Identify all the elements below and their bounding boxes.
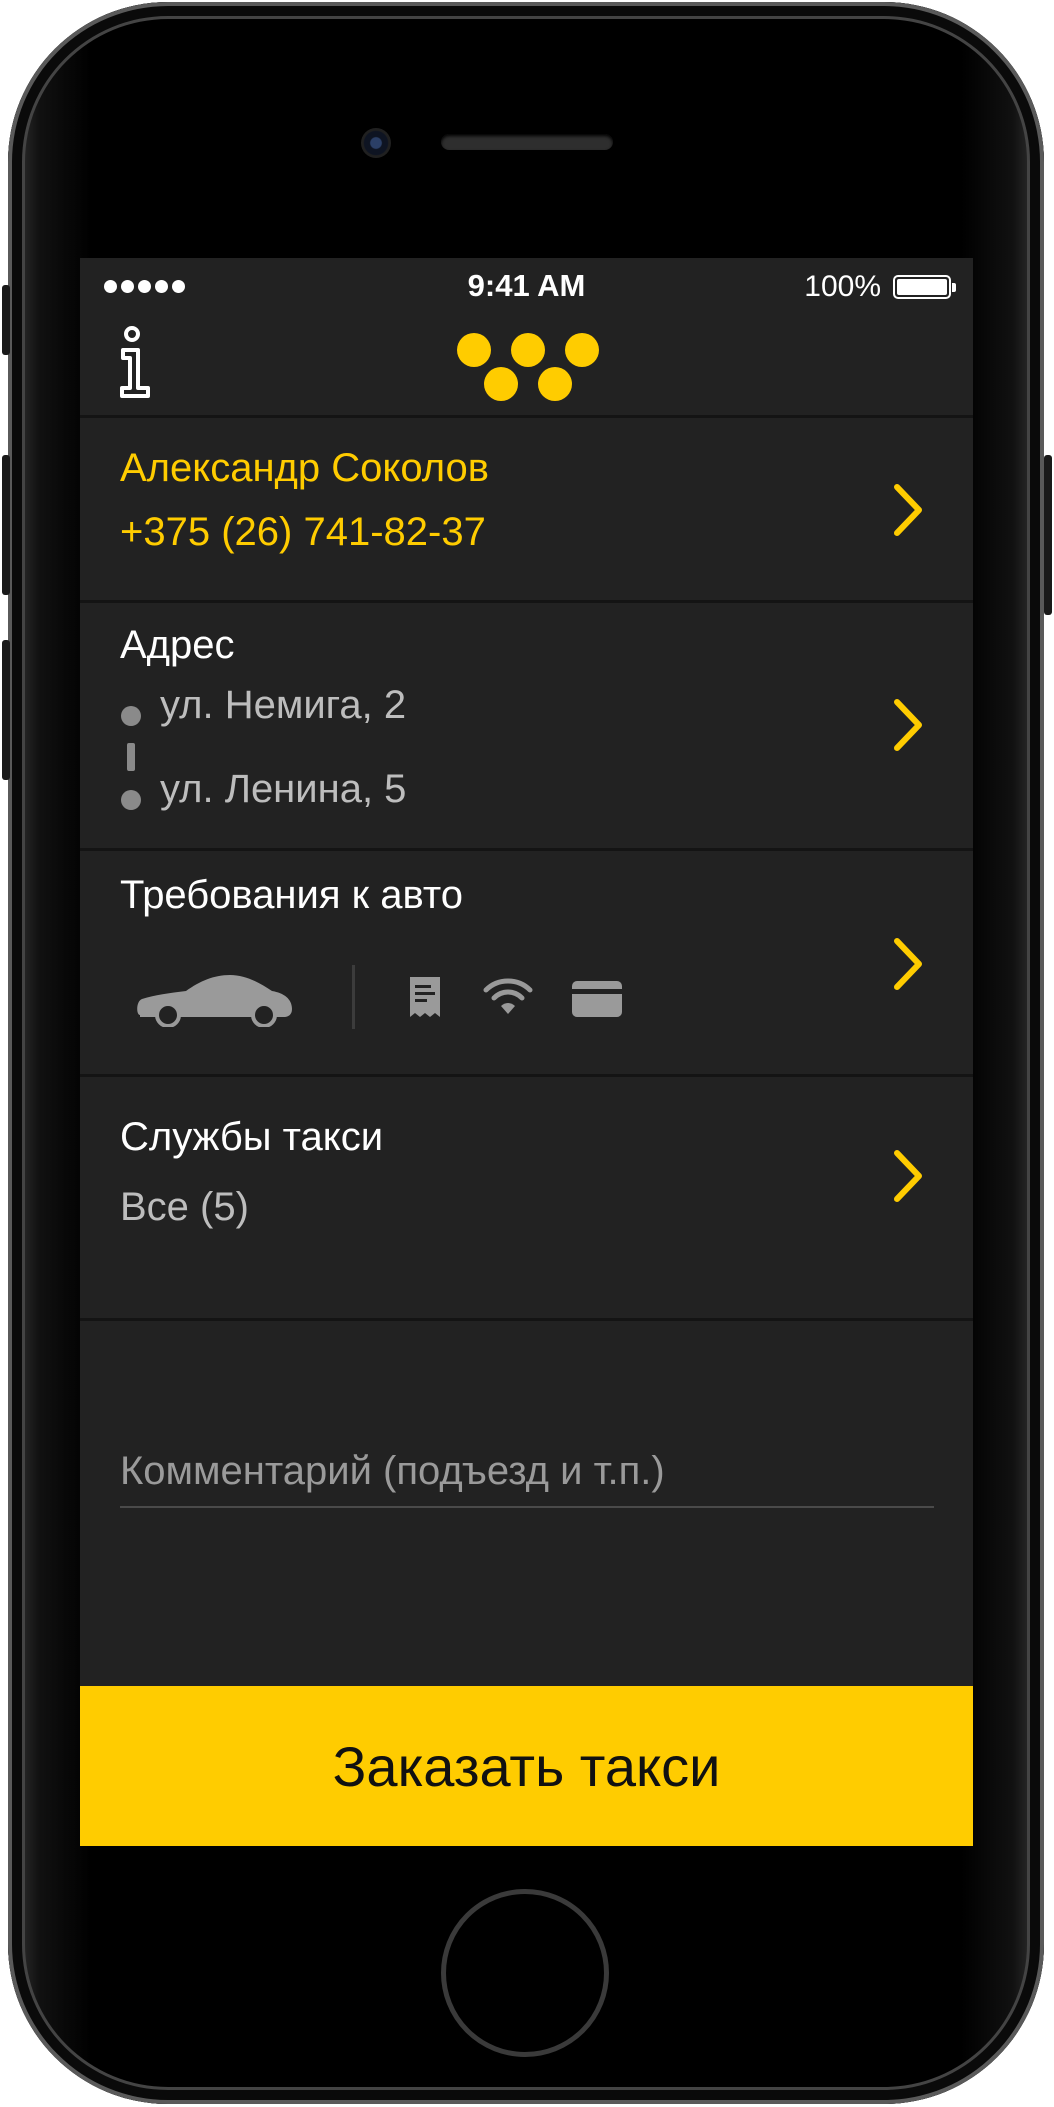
front-camera: [361, 128, 391, 158]
wifi-icon: [483, 978, 533, 1014]
info-icon[interactable]: [118, 326, 158, 400]
address-to: ул. Ленина, 5: [160, 767, 407, 811]
taxi-services-row[interactable]: Службы такси Все (5): [80, 1074, 973, 1318]
address-from: ул. Немига, 2: [160, 683, 407, 727]
chevron-right-icon: [894, 938, 922, 990]
card-icon: [572, 981, 622, 1017]
profile-row[interactable]: Александр Соколов +375 (26) 741-82-37: [80, 415, 973, 600]
mute-switch: [2, 285, 10, 355]
volume-up-button: [2, 455, 10, 595]
to-marker-icon: [121, 790, 141, 810]
chevron-right-icon: [894, 484, 922, 536]
battery-icon: [893, 275, 956, 299]
chevron-right-icon: [894, 699, 922, 751]
requirements-title: Требования к авто: [120, 873, 463, 917]
comment-section: [80, 1318, 973, 1706]
battery-percent: 100%: [804, 270, 881, 303]
services-title: Службы такси: [120, 1115, 384, 1159]
address-title: Адрес: [120, 623, 235, 667]
earpiece-speaker: [441, 134, 613, 150]
profile-name: Александр Соколов: [120, 446, 489, 490]
volume-down-button: [2, 640, 10, 780]
taxi-logo-icon: [457, 333, 599, 401]
comment-input[interactable]: [120, 1436, 934, 1508]
route-line-icon: [127, 743, 135, 771]
car-icon: [137, 975, 292, 1027]
power-button: [1044, 455, 1052, 615]
from-marker-icon: [121, 706, 141, 726]
order-taxi-button[interactable]: Заказать такси: [80, 1686, 973, 1846]
requirements-separator: [352, 965, 355, 1029]
address-row[interactable]: Адрес ул. Немига, 2 ул. Ленина, 5: [80, 600, 973, 848]
chevron-right-icon: [894, 1150, 922, 1202]
profile-phone: +375 (26) 741-82-37: [120, 510, 486, 554]
app-screen: 9:41 AM 100% Александр Соколов +375 (26)…: [80, 258, 973, 1846]
status-bar: 9:41 AM 100%: [80, 258, 973, 316]
requirements-row[interactable]: Требования к авто: [80, 848, 973, 1074]
receipt-icon: [410, 977, 440, 1017]
navigation-bar: [80, 316, 973, 415]
home-button[interactable]: [441, 1889, 609, 2057]
services-value: Все (5): [120, 1185, 249, 1229]
